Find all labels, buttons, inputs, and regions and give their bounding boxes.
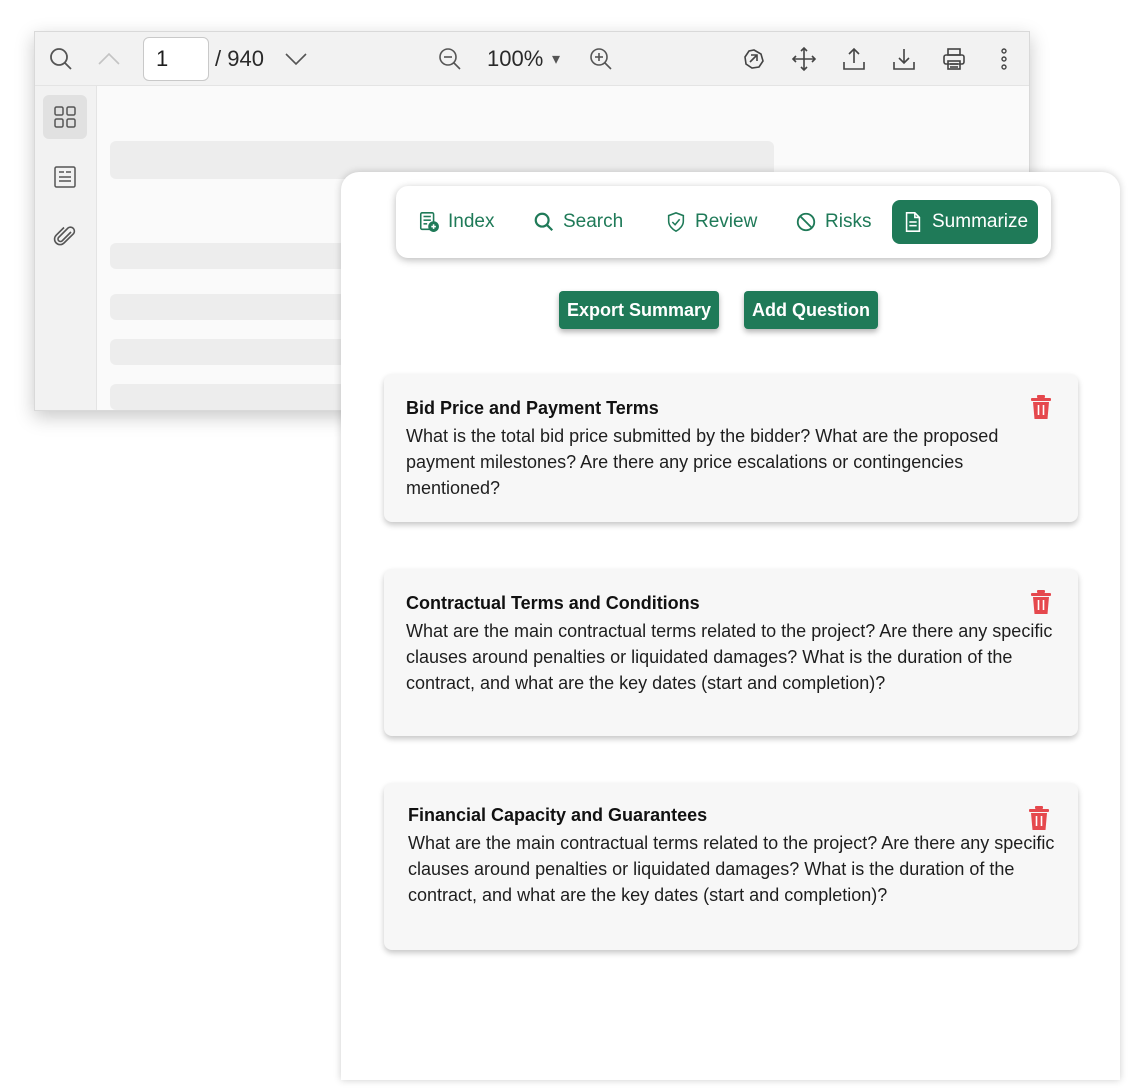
search-icon[interactable] [44,42,78,76]
question-text: What is the total bid price submitted by… [406,426,999,498]
tab-search[interactable]: Search [523,200,633,244]
tab-review[interactable]: Review [655,200,767,244]
question-text: What are the main contractual terms rela… [408,833,1055,905]
zoom-in-icon[interactable] [584,42,618,76]
feature-tab-bar: Index Search Review Risks Summarize [396,186,1051,258]
upload-icon[interactable] [837,42,871,76]
tab-label: Index [448,211,495,232]
question-card: Bid Price and Payment Terms What is the … [384,374,1078,522]
attachment-icon[interactable] [43,215,87,259]
question-title: Financial Capacity and Guarantees [408,805,708,825]
tab-summarize[interactable]: Summarize [892,200,1039,244]
question-card: Contractual Terms and Conditions What ar… [384,569,1078,736]
thumbnails-icon[interactable] [43,95,87,139]
index-icon [419,212,439,232]
export-summary-button[interactable]: Export Summary [559,291,720,329]
rotate-icon[interactable] [737,42,771,76]
tab-label: Search [563,211,624,232]
trash-icon[interactable] [1030,394,1052,420]
question-card: Financial Capacity and Guarantees What a… [384,783,1078,950]
question-text: What are the main contractual terms rela… [406,621,1053,693]
tab-label: Summarize [932,211,1029,232]
zoom-out-icon[interactable] [433,42,467,76]
tab-label: Review [695,211,758,232]
question-title: Bid Price and Payment Terms [406,398,659,418]
add-question-button[interactable]: Add Question [744,291,878,329]
shield-check-icon [667,212,685,233]
viewer-toolbar: / 940 100% ▾ [35,32,1029,86]
tab-label: Risks [825,211,872,232]
trash-icon[interactable] [1028,805,1050,831]
page-skeleton-line [110,384,350,410]
tab-risks[interactable]: Risks [785,200,881,244]
page-skeleton-line [110,339,350,365]
outline-icon[interactable] [43,155,87,199]
page-total: / 940 [215,46,264,71]
download-icon[interactable] [887,42,921,76]
print-icon[interactable] [937,42,971,76]
search-icon [534,212,554,232]
page-skeleton-line [110,243,350,269]
viewer-side-rail [35,86,97,410]
document-icon [905,212,921,232]
trash-icon[interactable] [1030,589,1052,615]
zoom-level[interactable]: 100% [487,46,543,72]
ai-assistant-panel: Index Search Review Risks Summarize Expo… [341,172,1120,1080]
chevron-up-icon[interactable] [92,42,126,76]
tab-index[interactable]: Index [408,200,504,244]
page-skeleton-line [110,294,350,320]
chevron-down-icon[interactable] [279,42,313,76]
question-title: Contractual Terms and Conditions [406,593,700,613]
pan-icon[interactable] [787,42,821,76]
more-vertical-icon[interactable] [987,42,1021,76]
ban-icon [796,212,816,232]
zoom-dropdown-icon[interactable]: ▾ [552,49,560,69]
page-number-input[interactable] [143,37,209,81]
